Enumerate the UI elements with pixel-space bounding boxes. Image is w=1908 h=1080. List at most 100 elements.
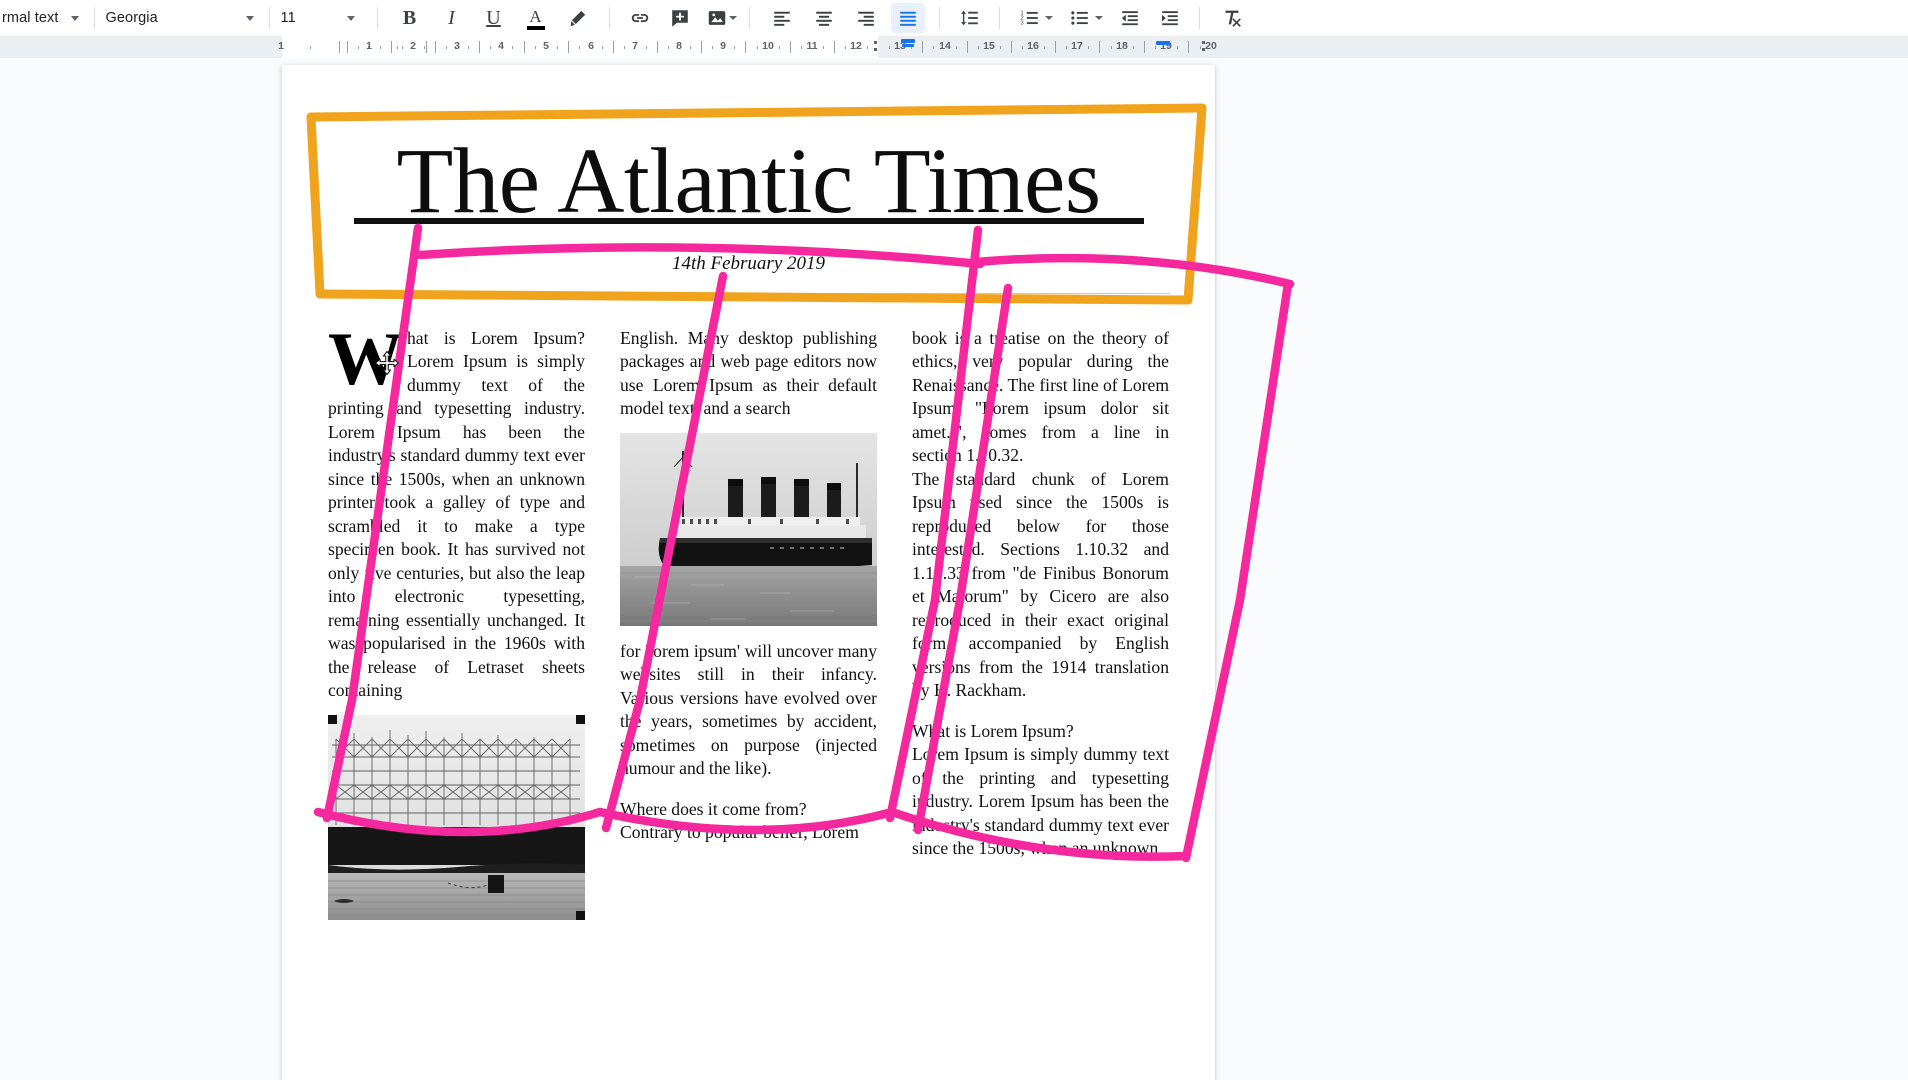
masthead: The Atlantic Times [332,134,1165,230]
bulleted-list-button[interactable] [1063,3,1097,33]
underline-icon: U [486,7,501,29]
right-indent-marker[interactable] [901,39,915,48]
ruler-tick-label: 6 [588,40,594,52]
bold-button[interactable]: B [393,3,427,33]
align-justify-button[interactable] [890,3,925,33]
column-2-paragraph-1: English. Many desktop publishing package… [620,328,877,419]
article-columns: What is Lorem Ipsum? Lorem Ipsum is simp… [328,322,1170,1080]
paragraph-style-dropdown[interactable]: rmal text [0,3,87,33]
font-family-dropdown[interactable]: Georgia [102,3,262,33]
document-page[interactable]: The Atlantic Times 14th February 2019 Wh… [282,65,1215,1080]
ocean-liner-image [620,432,877,626]
image-selection-handle-top-left[interactable] [328,714,344,731]
line-spacing-button[interactable] [953,3,987,33]
ruler-tick-label: 2 [410,40,416,52]
ruler-tick-label: 8 [676,40,682,52]
move-cursor [375,350,399,376]
ruler-tick-label: 12 [850,40,862,52]
google-docs-window: rmal text Georgia 11 B I U A 1 2 3 1 1 2… [0,0,1908,1080]
chevron-down-icon [245,15,254,21]
align-right-icon [857,11,874,26]
numbered-list-button[interactable]: 1 2 3 [1013,3,1047,33]
align-right-button[interactable] [849,3,883,33]
ruler-tick-label: 20 [1205,40,1217,52]
highlight-pen-icon [570,10,585,27]
ruler-tick-label: 1 [366,40,372,52]
dockyard-photo[interactable] [328,714,585,920]
dockyard-image [328,714,585,920]
increase-indent-button[interactable] [1153,3,1187,33]
indent-bar-top [1156,41,1170,45]
ocean-liner-photo[interactable] [620,432,877,626]
toolbar-divider [376,7,378,29]
column-2[interactable]: English. Many desktop publishing package… [620,327,877,1080]
toolbar-divider [93,7,95,29]
highlight-color-button[interactable] [561,3,595,33]
toolbar-divider [1198,7,1200,29]
ruler-tick-label: 16 [1027,40,1039,52]
font-size-dropdown[interactable]: 11 [277,3,363,33]
column-1[interactable]: What is Lorem Ipsum? Lorem Ipsum is simp… [328,322,585,1080]
align-center-button[interactable] [807,3,841,33]
clear-formatting-icon [1225,10,1241,27]
ruler-track: 1 1 2 3 4 5 6 7 8 9 10 11 12 13 14 15 16… [0,36,1908,58]
text-color-icon: A [529,6,542,26]
indent-bar-top [901,39,915,43]
link-icon [631,13,648,23]
page-content: The Atlantic Times 14th February 2019 Wh… [282,65,1215,1080]
far-right-indent-marker[interactable] [1156,41,1170,50]
ruler-tick-label: 1 [278,40,284,52]
column-1-paragraph-1: What is Lorem Ipsum? Lorem Ipsum is simp… [328,322,585,703]
ruler-tick-label: 5 [543,40,549,52]
svg-text:3: 3 [1020,21,1023,27]
ruler-tick-label: 4 [498,40,504,52]
toolbar-divider [938,7,940,29]
insert-image-button[interactable] [703,3,731,33]
image-selection-handle-bottom-right[interactable] [569,904,585,920]
indent-bar-bottom [902,44,914,47]
masthead-thin-rule [328,293,1170,294]
decrease-indent-button[interactable] [1113,3,1147,33]
column-2-paragraph-2: for 'lorem ipsum' will uncover many webs… [620,640,877,779]
toolbar-divider [268,7,270,29]
ruler-tick-label: 15 [983,40,995,52]
align-left-icon [773,11,790,26]
ruler-tick-label: 9 [720,40,726,52]
increase-indent-icon [1161,11,1178,26]
ruler-tick-label: 7 [632,40,638,52]
comment-plus-icon [671,10,688,27]
chevron-down-icon [346,15,355,21]
clear-formatting-button[interactable] [1215,3,1249,33]
toolbar-divider [608,7,610,29]
ruler-tick-label: 17 [1071,40,1083,52]
horizontal-ruler[interactable]: 1 1 2 3 4 5 6 7 8 9 10 11 12 13 14 15 16… [0,36,1908,59]
ruler-tick-label: 14 [939,40,951,52]
insert-link-button[interactable] [623,3,657,33]
column-3-paragraph-1: book is a treatise on the theory of ethi… [912,328,1169,466]
masthead-rule [354,218,1144,224]
ruler-tick-label: 3 [454,40,460,52]
add-comment-button[interactable] [663,3,697,33]
column-3-paragraph-2: The standard chunk of Lorem Ipsum used s… [912,468,1169,701]
column-3-paragraph-3: Lorem Ipsum is simply dummy text of the … [912,744,1169,859]
numbered-list-icon: 1 2 3 [1020,10,1038,27]
chevron-down-icon [70,15,79,21]
image-selection-handle-top-right[interactable] [569,714,585,731]
bold-icon: B [402,7,417,29]
text-color-swatch [526,25,545,30]
ruler-tick-label: 18 [1116,40,1128,52]
image-icon [708,11,725,25]
align-left-button[interactable] [765,3,799,33]
font-size-label: 11 [280,10,296,26]
ruler-margin-left [0,36,282,58]
column-3[interactable]: book is a treatise on the theory of ethi… [912,327,1169,1080]
italic-button[interactable]: I [435,3,469,33]
toolbar-divider [748,7,750,29]
align-center-icon [815,11,832,26]
document-canvas[interactable]: The Atlantic Times 14th February 2019 Wh… [0,58,1908,1080]
column-3-heading: What is Lorem Ipsum? [912,720,1074,741]
underline-button[interactable]: U [477,3,511,33]
text-color-button[interactable]: A [519,3,553,33]
column-2-paragraph-3: Contrary to popular belief, Lorem [620,822,859,843]
toolbar-divider [998,7,1000,29]
